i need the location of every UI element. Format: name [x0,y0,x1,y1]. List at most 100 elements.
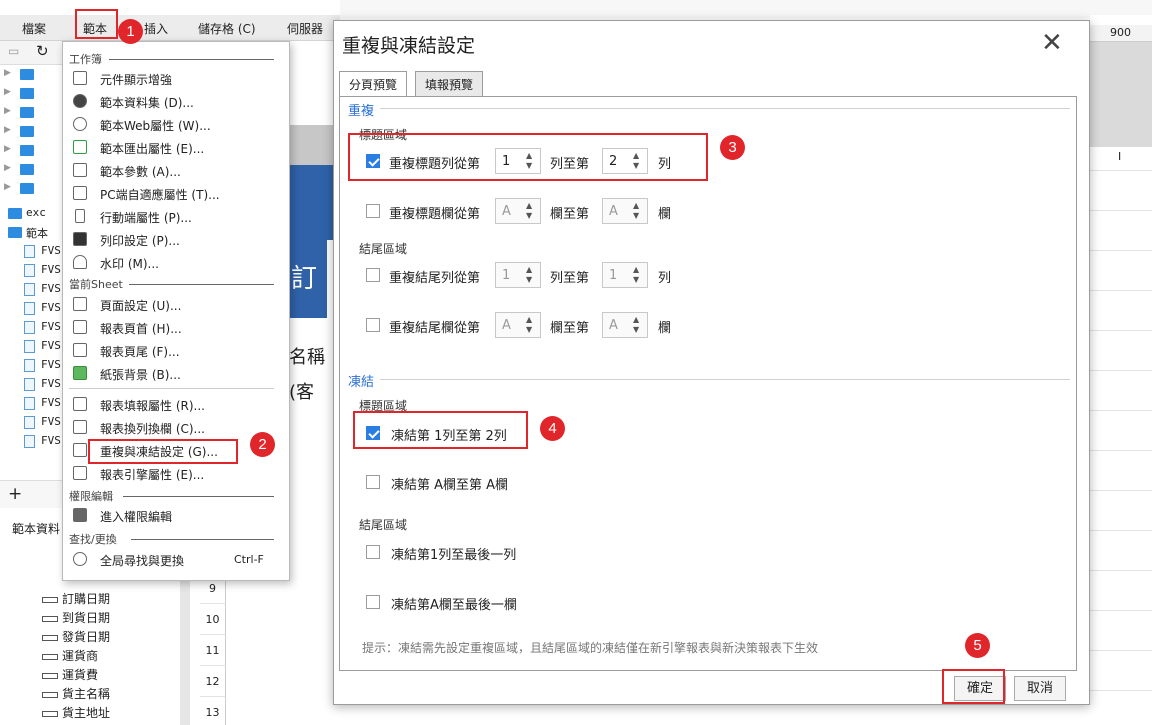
tree-folder[interactable]: 範本 [4,223,64,242]
menu-global-find-replace[interactable]: 全局尋找與更換 Ctrl-F [69,549,285,571]
highlight-template-menu [75,9,118,39]
file-icon [24,435,35,448]
freeze-cols-checkbox[interactable] [366,475,380,489]
menu-enter-permissions[interactable]: 進入權限編輯 [69,505,285,527]
grid-line [1090,210,1152,211]
repeat-header-cols-label: 重複標題欄從第 [389,207,481,222]
menu-page-setup[interactable]: 頁面設定 (U)... [69,294,285,316]
menu-insert[interactable]: 插入 [144,20,168,37]
tree-folder[interactable]: ▶ [4,141,64,160]
hint-text: 提示：凍結需先設定重複區域，且結尾區域的凍結僅在新引擎報表與新決策報表下生效 [362,641,819,655]
export-icon [73,140,87,154]
tree-label: exc [26,206,46,219]
menu-cell[interactable]: 儲存格 (C) [198,20,256,37]
menu-pc-adaptive[interactable]: PC端自適應屬性 (T)... [69,183,285,205]
page-setup-icon [73,297,87,311]
menu-mobile[interactable]: 行動端屬性 (P)... [69,206,285,228]
tree-file[interactable]: FVS [4,299,64,318]
folder-icon [8,227,22,238]
add-dataset-button[interactable]: + [8,484,22,504]
stepper-arrows-icon[interactable]: ▲ ▼ [526,201,532,221]
dataset-field[interactable]: 到貨日期 [42,609,110,629]
tree-file[interactable]: FVS [4,394,64,413]
repeat-header-cols-to-stepper[interactable]: A ▲ ▼ [602,198,648,224]
refresh-icon[interactable]: ↻ [36,42,49,60]
tree-file[interactable]: FVS [4,318,64,337]
tree-folder[interactable]: ▶ [4,122,64,141]
repeat-footer-rows-to-stepper[interactable]: 1 ▲ ▼ [602,262,648,288]
menu-template-export[interactable]: 範本匯出屬性 (E)... [69,137,285,159]
new-folder-icon[interactable]: ▭ [8,44,19,58]
freeze-group-title: 凍結 [348,375,375,390]
cancel-button[interactable]: 取消 [1014,676,1066,701]
menu-print-settings[interactable]: 列印設定 (P)... [69,229,285,251]
menu-template-params[interactable]: 範本參數 (A)... [69,160,285,182]
repeat-footer-rows-checkbox[interactable] [366,268,380,282]
menu-component-display[interactable]: 元件顯示增強 [69,68,285,90]
tree-file[interactable]: FVS [4,242,64,261]
menu-template-dataset[interactable]: 範本資料集 (D)... [69,91,285,113]
menu-template-web[interactable]: 範本Web屬性 (W)... [69,114,285,136]
engine-icon [73,466,87,480]
report-title-cell: 訂 [287,240,327,318]
stepper-arrows-icon[interactable]: ▲ ▼ [633,315,639,335]
dataset-field[interactable]: 運貨商 [42,647,98,667]
tree-folder[interactable]: ▶ [4,179,64,198]
search-icon [73,552,87,566]
menu-watermark[interactable]: 水印 (M)... [69,252,285,274]
tree-file[interactable]: FVS [4,356,64,375]
tree-folder[interactable]: ▶ [4,160,64,179]
file-icon [24,302,35,315]
stepper-arrows-icon[interactable]: ▲ ▼ [526,265,532,285]
section-permissions: 權限編輯 [69,490,113,503]
menu-file[interactable]: 檔案 [22,20,46,37]
dataset-field[interactable]: 貨主名稱 [42,685,110,705]
menu-server[interactable]: 伺服器 [287,20,323,37]
tree-file[interactable]: FVS [4,261,64,280]
freeze-to-last-col-checkbox[interactable] [366,595,380,609]
menu-report-fill-props[interactable]: 報表填報屬性 (R)... [69,394,285,416]
stepper-arrows-icon[interactable]: ▲ ▼ [633,265,639,285]
tab-fill-preview[interactable]: 填報預覽 [415,71,484,96]
folder-icon [20,69,34,80]
dataset-field[interactable]: 貨主地址 [42,704,110,724]
repeat-footer-cols-from-stepper[interactable]: A ▲ ▼ [495,312,541,338]
grid-line [1090,530,1152,531]
tab-page-preview[interactable]: 分頁預覽 [339,71,408,97]
freeze-to-last-row-checkbox[interactable] [366,545,380,559]
close-icon[interactable]: ✕ [1041,30,1063,56]
dataset-field[interactable]: 發貨日期 [42,628,110,648]
field-icon [42,672,58,679]
repeat-footer-cols-to-stepper[interactable]: A ▲ ▼ [602,312,648,338]
dataset-field[interactable]: 運貨費 [42,666,98,686]
file-icon [24,245,35,258]
menu-paper-background[interactable]: 紙張背景 (B)... [69,363,285,385]
tree-file[interactable]: FVS [4,413,64,432]
repeat-footer-cols-checkbox[interactable] [366,318,380,332]
stepper-arrows-icon[interactable]: ▲ ▼ [526,315,532,335]
tree-folder[interactable]: exc [4,204,64,223]
highlight-freeze-rows [353,411,528,449]
grid-line [1090,690,1152,691]
tree-file[interactable]: FVS [4,375,64,394]
tree-file[interactable]: FVS [4,432,64,451]
right-grey-block [1090,42,1152,147]
repeat-footer-rows-from-stepper[interactable]: 1 ▲ ▼ [495,262,541,288]
grid-line [1090,650,1152,651]
unit-label: 欄 [658,207,672,222]
grid-line [1090,490,1152,491]
menu-report-header[interactable]: 報表頁首 (H)... [69,317,285,339]
menu-report-footer[interactable]: 報表頁尾 (F)... [69,340,285,362]
left-toolbar: ▭ ↻ [0,41,62,65]
repeat-header-cols-from-stepper[interactable]: A ▲ ▼ [495,198,541,224]
tree-file[interactable]: FVS [4,337,64,356]
repeat-header-cols-checkbox[interactable] [366,204,380,218]
template-menu: 工作簿 元件顯示增強 範本資料集 (D)... 範本Web屬性 (W)... 範… [62,41,290,581]
tree-file[interactable]: FVS [4,280,64,299]
dataset-field[interactable]: 訂購日期 [42,590,110,610]
tree-folder[interactable]: ▶ [4,65,64,84]
tree-folder[interactable]: ▶ [4,84,64,103]
tree-folder[interactable]: ▶ [4,103,64,122]
stepper-arrows-icon[interactable]: ▲ ▼ [633,201,639,221]
menu-engine-props[interactable]: 報表引擎屬性 (E)... [69,463,285,485]
